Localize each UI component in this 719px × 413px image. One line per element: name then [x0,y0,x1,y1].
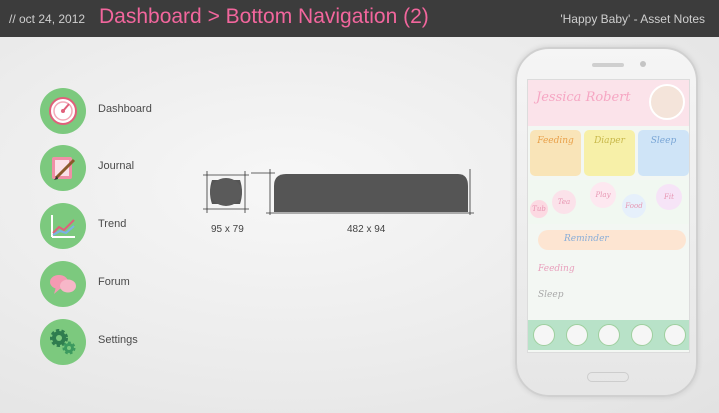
screen-tiles: Feeding Diaper Sleep [530,130,689,176]
header-bar: // oct 24, 2012 Dashboard > Bottom Navig… [0,0,719,37]
nav-item-dashboard[interactable]: Dashboard [40,88,220,134]
phone-camera [640,61,646,67]
nav-trend-icon[interactable] [598,324,621,346]
user-name: Jessica Robert [536,90,631,105]
header-date: // oct 24, 2012 [9,12,86,26]
nav-settings-icon[interactable] [663,324,686,346]
nav-item-settings[interactable]: Settings [40,319,220,365]
phone-home-button[interactable] [587,372,629,382]
trend-chart-icon [40,203,86,249]
nav-item-journal[interactable]: Journal [40,145,220,191]
nav-journal-icon[interactable] [565,324,588,346]
screen-activity-circles: Tea Play Food Fit Tub [528,180,689,224]
nav-label: Dashboard [98,103,152,115]
phone-speaker [592,63,624,67]
speech-bubbles-icon [40,261,86,307]
bar-spec-shape [251,169,474,215]
circle-food[interactable]: Food [622,194,646,218]
row-feeding[interactable]: Feeding [538,264,575,274]
gauge-icon [40,88,86,134]
nav-item-forum[interactable]: Forum [40,261,220,307]
bar-size-label: 482 x 94 [347,224,386,235]
tile-feeding[interactable]: Feeding [530,130,581,176]
nav-dashboard-icon[interactable] [533,324,556,346]
spec-drawing [203,169,474,215]
circle-tea[interactable]: Tea [552,190,576,214]
avatar[interactable] [649,84,685,120]
journal-icon [40,145,86,191]
nav-label: Forum [98,276,130,288]
button-spec-shape [203,171,249,213]
circle-tub[interactable]: Tub [530,200,548,218]
tile-sleep[interactable]: Sleep [638,130,689,176]
circle-fit[interactable]: Fit [656,184,682,210]
nav-item-trend[interactable]: Trend [40,203,220,249]
page-title: Dashboard > Bottom Navigation (2) [99,5,429,28]
phone-mockup: Jessica Robert Feeding Diaper Sleep Tea … [515,47,698,397]
reminder-bar[interactable]: Reminder [538,230,686,250]
nav-label: Trend [98,218,127,230]
screen-header: Jessica Robert [528,80,689,126]
nav-label: Journal [98,160,135,172]
nav-forum-icon[interactable] [631,324,654,346]
phone-screen: Jessica Robert Feeding Diaper Sleep Tea … [527,79,690,353]
project-name: 'Happy Baby' - Asset Notes [560,12,705,26]
circle-play[interactable]: Play [590,182,616,208]
gears-icon [40,319,86,365]
row-sleep[interactable]: Sleep [538,290,563,300]
button-size-label: 95 x 79 [211,224,244,235]
nav-label: Settings [98,334,138,346]
bottom-navigation [528,320,689,350]
tile-diaper[interactable]: Diaper [584,130,635,176]
